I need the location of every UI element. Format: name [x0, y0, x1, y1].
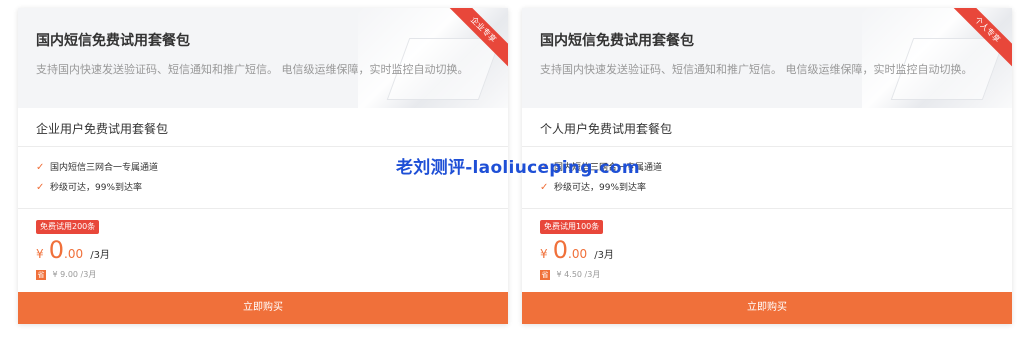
price-integer: 0: [552, 236, 569, 264]
card-description: 支持国内快速发送验证码、短信通知和推广短信。 电信级运维保障，实时监控自动切换。: [540, 63, 973, 76]
original-price-row: 省 ¥ 9.00 /3月: [36, 269, 96, 281]
plan-row: 企业用户免费试用套餐包: [18, 108, 508, 147]
feature-text: 秒级可达，99%到达率: [50, 183, 143, 193]
feature-item: ✓ 秒级可达，99%到达率: [540, 178, 662, 198]
feature-text: 秒级可达，99%到达率: [554, 183, 647, 193]
divider: [522, 208, 1012, 209]
original-price: ¥ 9.00 /3月: [52, 270, 97, 279]
free-trial-badge: 免费试用100条: [540, 220, 604, 234]
price-period: /3月: [90, 250, 110, 261]
card-title: 国内短信免费试用套餐包: [540, 33, 694, 49]
feature-item: ✓ 秒级可达，99%到达率: [36, 178, 158, 198]
card-description: 支持国内快速发送验证码、短信通知和推广短信。 电信级运维保障，实时监控自动切换。: [36, 63, 469, 76]
price-currency: ¥: [36, 247, 44, 261]
card-header: 个人专享 国内短信免费试用套餐包 支持国内快速发送验证码、短信通知和推广短信。 …: [522, 8, 1012, 108]
price-integer: 0: [48, 236, 65, 264]
price: ¥ 0.00 /3月: [36, 236, 110, 264]
buy-now-button[interactable]: 立即购买: [522, 292, 1012, 324]
plan-row: 个人用户免费试用套餐包: [522, 108, 1012, 147]
free-trial-badge: 免费试用200条: [36, 220, 100, 234]
buy-now-button[interactable]: 立即购买: [18, 292, 508, 324]
save-tag-icon: 省: [36, 269, 46, 280]
watermark: 老刘测评-laoliuceping.com: [396, 158, 640, 178]
check-icon: ✓: [36, 182, 45, 193]
feature-list: ✓ 国内短信三网合一专属通道 ✓ 秒级可达，99%到达率: [36, 158, 158, 198]
save-tag-icon: 省: [540, 269, 550, 280]
price-currency: ¥: [540, 247, 548, 261]
card-header: 企业专享 国内短信免费试用套餐包 支持国内快速发送验证码、短信通知和推广短信。 …: [18, 8, 508, 108]
feature-item: ✓ 国内短信三网合一专属通道: [36, 158, 158, 178]
card-title: 国内短信免费试用套餐包: [36, 33, 190, 49]
feature-text: 国内短信三网合一专属通道: [50, 163, 159, 173]
price-period: /3月: [594, 250, 614, 261]
plan-name: 企业用户免费试用套餐包: [36, 122, 169, 136]
original-price-row: 省 ¥ 4.50 /3月: [540, 269, 600, 281]
divider: [18, 208, 508, 209]
plan-name: 个人用户免费试用套餐包: [540, 122, 673, 136]
price-decimal: .00: [64, 247, 84, 261]
check-icon: ✓: [540, 182, 549, 193]
price-decimal: .00: [568, 247, 588, 261]
check-icon: ✓: [36, 162, 45, 173]
price: ¥ 0.00 /3月: [540, 236, 614, 264]
original-price: ¥ 4.50 /3月: [556, 270, 601, 279]
